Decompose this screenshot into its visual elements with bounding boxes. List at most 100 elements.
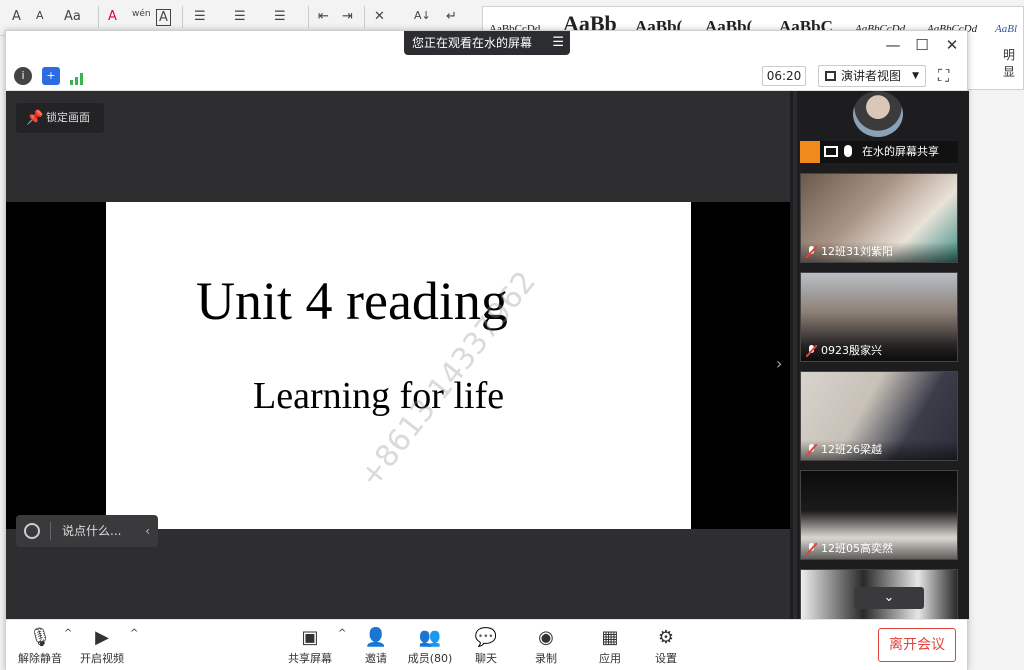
members-label: 成员(80) [407, 652, 453, 665]
font-shrink-icon[interactable]: A [36, 9, 44, 22]
share-screen-label: 共享屏幕 [288, 652, 332, 665]
meeting-info-bar: i + 06:20 演讲者视图 ▼ ⛶ [6, 61, 967, 91]
shared-screen-area: 📌 锁定画面 Unit 4 reading Learning for life … [6, 91, 790, 619]
members-icon: 👥 [418, 627, 442, 648]
add-user-icon: 👤 [364, 627, 388, 648]
collapse-panel-icon[interactable]: › [776, 354, 782, 373]
style-intense-emphasis[interactable]: AaBl [995, 23, 1017, 35]
avatar [853, 91, 903, 137]
mic-muted-icon [806, 345, 817, 357]
participant-name: 0923殷家兴 [821, 344, 882, 357]
quick-chat-bar[interactable]: 说点什么... ‹ [16, 515, 158, 547]
record-icon: ◉ [538, 627, 554, 648]
pin-icon: 📌 [26, 110, 44, 126]
participant-list: 在水的屏幕共享 12班31刘紫阳 0923殷家兴 12班26梁越 12班05高奕… [790, 91, 969, 619]
chat-icon: 💬 [474, 627, 498, 648]
chat-label: 聊天 [475, 652, 497, 665]
members-button[interactable]: 👥 成员(80) [400, 626, 460, 666]
share-screen-button[interactable]: ▣ 共享屏幕 [280, 626, 340, 666]
host-label-bar: 在水的屏幕共享 [800, 141, 958, 163]
fullscreen-icon[interactable]: ⛶ [938, 66, 949, 86]
record-label: 录制 [535, 652, 557, 665]
start-video-button[interactable]: ▶ 开启视频 [72, 626, 132, 666]
participant-tile[interactable]: 12班05高奕然 [800, 470, 958, 560]
mic-muted-icon: 🎙 [28, 627, 52, 648]
watching-banner[interactable]: 您正在观看在水的屏幕 ☰ [404, 31, 570, 55]
share-screen-icon [824, 146, 838, 157]
participant-tile[interactable]: 0923殷家兴 [800, 272, 958, 362]
multilevel-list-icon[interactable]: ☰ [274, 9, 286, 24]
divider [50, 522, 51, 540]
apps-icon: ▦ [601, 627, 619, 648]
panel-splitter[interactable] [793, 91, 797, 619]
mic-muted-icon [806, 246, 817, 258]
emoji-icon[interactable] [24, 523, 40, 539]
participant-label: 12班05高奕然 [801, 539, 957, 559]
divider [364, 6, 365, 28]
invite-button[interactable]: 👤 邀请 [346, 626, 406, 666]
styles-side-label: 明显 [1003, 48, 1016, 79]
unmute-label: 解除静音 [18, 652, 62, 665]
meeting-window: 您正在观看在水的屏幕 ☰ — ☐ ✕ i + 06:20 演讲者视图 ▼ ⛶ 📌… [5, 30, 969, 670]
unmute-button[interactable]: 🎙 解除静音 [10, 626, 70, 666]
watching-banner-text: 您正在观看在水的屏幕 [412, 36, 533, 50]
char-border-icon[interactable]: A [156, 9, 171, 26]
participant-label: 0923殷家兴 [801, 341, 957, 361]
slide-title: Unit 4 reading [196, 271, 508, 331]
chevron-left-icon[interactable]: ‹ [145, 515, 150, 547]
bullets-icon[interactable]: ☰ [194, 9, 206, 24]
close-icon[interactable]: ✕ [941, 36, 963, 54]
show-marks-icon[interactable]: ↵ [446, 9, 457, 24]
maximize-icon[interactable]: ☐ [911, 36, 933, 54]
scroll-down-button[interactable]: ⌄ [854, 587, 924, 609]
signal-icon[interactable] [70, 70, 86, 85]
participant-name: 12班05高奕然 [821, 542, 893, 555]
participant-name: 12班26梁越 [821, 443, 882, 456]
share-screen-icon: ▣ [301, 627, 319, 648]
numbering-icon[interactable]: ☰ [234, 9, 246, 24]
host-tile[interactable]: 在水的屏幕共享 [800, 91, 958, 163]
decrease-indent-icon[interactable]: ⇤ [318, 9, 329, 24]
mic-muted-icon [806, 444, 817, 456]
participant-name: 12班31刘紫阳 [821, 245, 893, 258]
sort-icon[interactable]: A↓ [414, 9, 431, 22]
clear-format-icon[interactable]: A [108, 9, 117, 24]
font-grow-icon[interactable]: A [12, 9, 21, 24]
invite-label: 邀请 [365, 652, 387, 665]
host-name: 在水的屏幕共享 [862, 145, 939, 158]
title-bar: 您正在观看在水的屏幕 ☰ — ☐ ✕ [6, 31, 967, 61]
video-options-caret-icon[interactable]: ^ [130, 628, 138, 639]
bottom-toolbar: 🎙 解除静音 ^ ▶ 开启视频 ^ ▣ 共享屏幕 ^ 👤 邀请 👥 成员(80)… [6, 619, 967, 670]
menu-icon[interactable]: ☰ [552, 31, 564, 55]
divider [182, 6, 183, 28]
minimize-icon[interactable]: — [882, 36, 904, 54]
settings-label: 设置 [655, 652, 677, 665]
participant-label: 12班26梁越 [801, 440, 957, 460]
chat-input-placeholder[interactable]: 说点什么... [62, 524, 121, 538]
chevron-down-icon: ▼ [912, 71, 919, 81]
asian-layout-icon[interactable]: ✕ [374, 9, 385, 24]
shield-icon[interactable]: + [42, 67, 60, 85]
host-badge-icon [800, 141, 820, 163]
chat-button[interactable]: 💬 聊天 [456, 626, 516, 666]
apps-button[interactable]: ▦ 应用 [580, 626, 640, 666]
apps-label: 应用 [599, 652, 621, 665]
change-case-icon[interactable]: Aa [64, 9, 81, 24]
mic-icon [844, 145, 852, 157]
lock-screen-label: 锁定画面 [46, 111, 90, 124]
leave-meeting-button[interactable]: 离开会议 [878, 628, 956, 662]
settings-button[interactable]: ⚙ 设置 [636, 626, 696, 666]
record-button[interactable]: ◉ 录制 [516, 626, 576, 666]
participant-label: 12班31刘紫阳 [801, 242, 957, 262]
mic-muted-icon [806, 543, 817, 555]
phonetic-guide-icon[interactable]: wén [132, 9, 151, 19]
gear-icon: ⚙ [657, 627, 675, 648]
speaker-view-label: 演讲者视图 [841, 69, 902, 83]
speaker-view-button[interactable]: 演讲者视图 ▼ [818, 65, 926, 87]
lock-screen-button[interactable]: 📌 锁定画面 [16, 103, 104, 133]
speaker-view-icon [825, 71, 836, 81]
participant-tile[interactable]: 12班31刘紫阳 [800, 173, 958, 263]
increase-indent-icon[interactable]: ⇥ [342, 9, 353, 24]
participant-tile[interactable]: 12班26梁越 [800, 371, 958, 461]
info-icon[interactable]: i [14, 67, 32, 85]
